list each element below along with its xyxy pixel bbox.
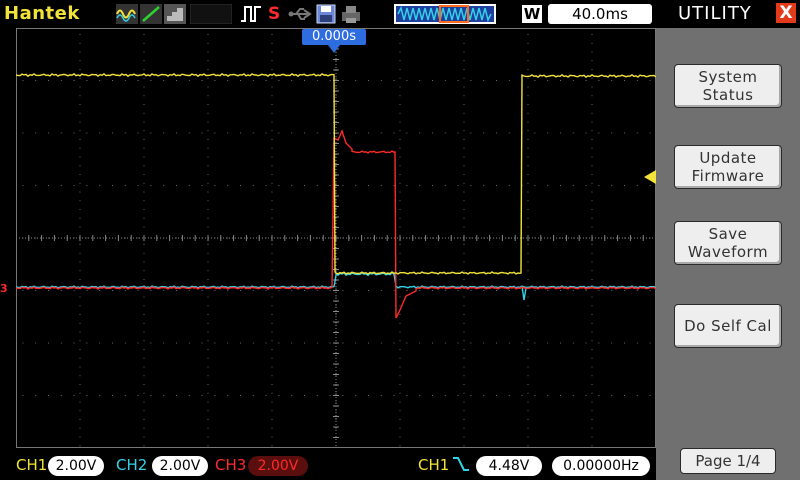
printer-icon [342, 6, 360, 23]
ch3-scale[interactable]: 2.00V [248, 456, 308, 476]
pulse-icon[interactable] [240, 4, 262, 24]
ch2-label: CH2 [116, 456, 148, 474]
button-line: Save [708, 225, 748, 243]
side-menu-title: UTILITY [678, 3, 752, 24]
trigger-level[interactable]: 4.48V [476, 456, 542, 476]
window-mode-badge: W [522, 5, 542, 23]
trigger-position-arrow-icon[interactable] [328, 45, 340, 53]
update-firmware-button[interactable]: Update Firmware [674, 145, 782, 189]
selection-arrow-icon [644, 170, 656, 184]
save-disk-icon[interactable] [316, 4, 336, 24]
button-line: Status [702, 86, 754, 104]
ch2-scale[interactable]: 2.00V [152, 456, 208, 476]
trigger-time-marker: 0.000s [302, 29, 366, 45]
top-bar: Hantek S W 40.0ms [0, 0, 656, 28]
side-menu-header: UTILITY X [656, 0, 800, 28]
graticule [16, 28, 656, 448]
timebase-readout: 40.0ms [548, 4, 652, 24]
ch3-label: CH3 [215, 456, 247, 474]
blank-slot-icon [190, 4, 232, 24]
trigger-frequency: 0.00000Hz [552, 456, 650, 476]
wave-icon[interactable] [116, 4, 138, 24]
button-line: System [698, 68, 758, 86]
button-line: Do Self Cal [684, 317, 772, 335]
button-line: Firmware [691, 167, 765, 185]
button-line: Waveform [687, 243, 769, 261]
self-cal-button[interactable]: Do Self Cal [674, 304, 782, 348]
close-icon[interactable]: X [776, 3, 796, 23]
ramp-icon[interactable] [140, 4, 162, 24]
waveform-display [16, 28, 656, 448]
usb-icon [288, 8, 312, 20]
trigger-slope-letter: S [268, 4, 281, 24]
timebase-wave-icon [394, 4, 496, 24]
ch1-label: CH1 [16, 456, 48, 474]
save-waveform-button[interactable]: Save Waveform [674, 221, 782, 265]
side-menu: UTILITY X System Status Update Firmware … [656, 0, 800, 480]
stair-icon[interactable] [164, 4, 186, 24]
button-line: Update [699, 149, 757, 167]
trigger-source-label: CH1 [418, 456, 450, 474]
ch1-scale[interactable]: 2.00V [48, 456, 104, 476]
trigger-slope-icon [453, 457, 469, 471]
hantek-logo: Hantek [4, 3, 80, 24]
system-status-button[interactable]: System Status [674, 64, 782, 108]
ch3-level-marker[interactable]: 3 [0, 282, 12, 296]
page-indicator-button[interactable]: Page 1/4 [680, 448, 776, 474]
